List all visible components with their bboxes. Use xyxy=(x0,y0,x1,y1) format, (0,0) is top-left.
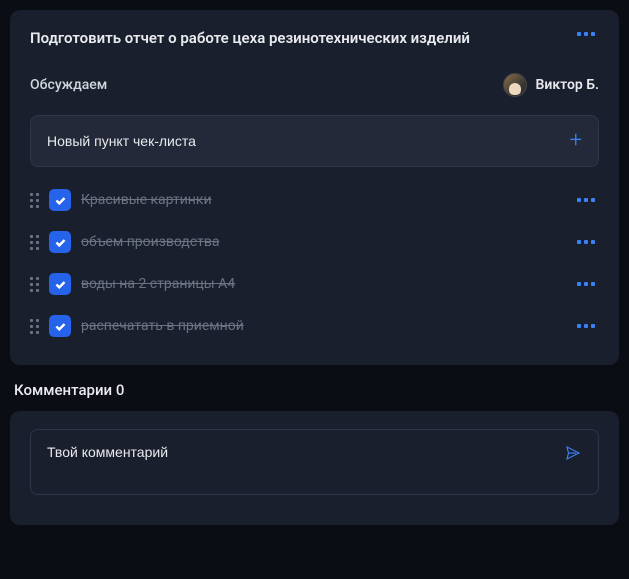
checklist-item-label: воды на 2 страницы А4 xyxy=(81,276,563,292)
comment-input-box[interactable] xyxy=(30,429,599,495)
checkbox[interactable] xyxy=(49,189,71,211)
checklist-item-label: Красивые картинки xyxy=(81,192,563,208)
checklist-item: воды на 2 страницы А4 xyxy=(30,263,599,305)
checklist-item-label: объем производства xyxy=(81,234,563,250)
task-card: Подготовить отчет о работе цеха резиноте… xyxy=(10,10,619,365)
task-header: Подготовить отчет о работе цеха резиноте… xyxy=(30,28,599,49)
avatar xyxy=(503,73,527,97)
checklist-item: объем производства xyxy=(30,221,599,263)
comment-input[interactable] xyxy=(47,444,564,460)
item-menu-button[interactable] xyxy=(573,278,599,290)
checklist: Красивые картинки объем производства вод… xyxy=(30,179,599,347)
checkbox[interactable] xyxy=(49,315,71,337)
drag-handle-icon[interactable] xyxy=(30,277,39,292)
comments-header: Комментарии 0 xyxy=(10,381,619,399)
task-assignee[interactable]: Виктор Б. xyxy=(503,73,599,97)
new-item-input[interactable] xyxy=(47,133,570,149)
drag-handle-icon[interactable] xyxy=(30,235,39,250)
drag-handle-icon[interactable] xyxy=(30,319,39,334)
checklist-item: распечатать в приемной xyxy=(30,305,599,347)
item-menu-button[interactable] xyxy=(573,320,599,332)
new-checklist-item[interactable]: + xyxy=(30,115,599,167)
task-status: Обсуждаем xyxy=(30,77,107,93)
comments-card xyxy=(10,411,619,525)
checklist-item-label: распечатать в приемной xyxy=(81,318,563,334)
task-meta: Обсуждаем Виктор Б. xyxy=(30,73,599,97)
drag-handle-icon[interactable] xyxy=(30,193,39,208)
task-title: Подготовить отчет о работе цеха резиноте… xyxy=(30,28,561,49)
checklist-item: Красивые картинки xyxy=(30,179,599,221)
checkbox[interactable] xyxy=(49,273,71,295)
checkbox[interactable] xyxy=(49,231,71,253)
item-menu-button[interactable] xyxy=(573,194,599,206)
comments-section: Комментарии 0 xyxy=(10,381,619,525)
add-icon[interactable]: + xyxy=(570,130,582,152)
send-icon[interactable] xyxy=(564,444,582,466)
task-menu-button[interactable] xyxy=(573,28,599,40)
item-menu-button[interactable] xyxy=(573,236,599,248)
assignee-name: Виктор Б. xyxy=(535,77,599,93)
